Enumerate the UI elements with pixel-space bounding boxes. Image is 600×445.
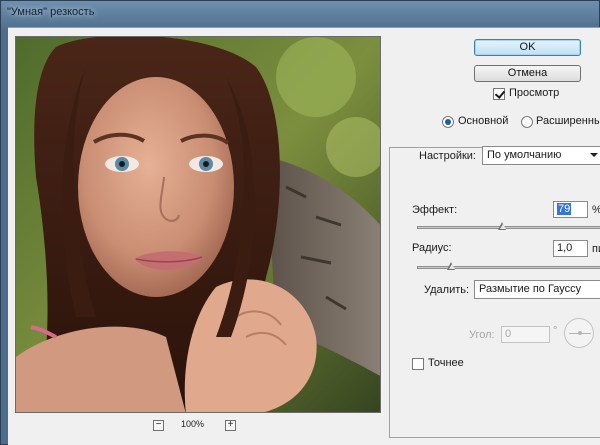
- radius-value: 1,0: [557, 242, 573, 254]
- preview-checkbox[interactable]: [493, 88, 505, 100]
- zoom-controls: − 100% +: [153, 419, 243, 435]
- minus-icon: −: [155, 419, 162, 430]
- more-accurate-label: Точнее: [428, 357, 464, 369]
- radius-field[interactable]: 1,0: [553, 240, 588, 257]
- smart-sharpen-dialog: "Умная" резкость − 100% + OK Отмена Прос…: [0, 0, 600, 445]
- angle-value: 0: [505, 328, 512, 340]
- radius-unit: пи: [592, 243, 600, 255]
- cancel-button[interactable]: Отмена: [474, 65, 581, 82]
- effect-amount-value: 79: [557, 203, 572, 215]
- settings-label: Настройки:: [419, 150, 476, 162]
- remove-dropdown[interactable]: Размытие по Гауссу: [474, 280, 600, 299]
- remove-label: Удалить:: [424, 284, 470, 296]
- effect-label: Эффект:: [412, 204, 458, 216]
- effect-unit: %: [592, 204, 600, 216]
- mode-basic-label: Основной: [458, 115, 509, 127]
- mode-advanced-label: Расширенный: [536, 115, 600, 127]
- dialog-body: − 100% + OK Отмена Просмотр Основной Рас…: [8, 27, 600, 445]
- chevron-down-icon: [590, 153, 598, 157]
- zoom-in-button[interactable]: +: [225, 420, 236, 431]
- ok-button[interactable]: OK: [474, 39, 581, 56]
- mode-basic-radio[interactable]: [442, 116, 454, 128]
- angle-unit: °: [553, 325, 558, 337]
- effect-slider-track[interactable]: [417, 226, 600, 229]
- preview-label: Просмотр: [509, 87, 560, 99]
- more-accurate-checkbox[interactable]: [412, 358, 424, 370]
- mode-advanced-radio[interactable]: [521, 116, 533, 128]
- radius-slider-thumb[interactable]: [447, 262, 456, 270]
- angle-label: Угол:: [469, 329, 495, 341]
- remove-value: Размытие по Гауссу: [479, 283, 582, 295]
- angle-dial-icon[interactable]: [564, 318, 594, 348]
- image-preview[interactable]: [15, 36, 381, 413]
- zoom-out-button[interactable]: −: [153, 420, 164, 431]
- radius-label: Радиус:: [412, 242, 452, 254]
- settings-value: По умолчанию: [487, 149, 562, 161]
- effect-amount-field[interactable]: 79: [553, 201, 588, 218]
- window-title: "Умная" резкость: [7, 6, 95, 18]
- plus-icon: +: [227, 419, 234, 430]
- effect-slider-thumb[interactable]: [498, 222, 507, 230]
- zoom-level: 100%: [181, 419, 205, 429]
- settings-dropdown[interactable]: По умолчанию: [482, 146, 600, 165]
- radius-slider-track[interactable]: [417, 266, 600, 269]
- angle-field[interactable]: 0: [501, 326, 550, 343]
- portrait-photo: [16, 37, 380, 412]
